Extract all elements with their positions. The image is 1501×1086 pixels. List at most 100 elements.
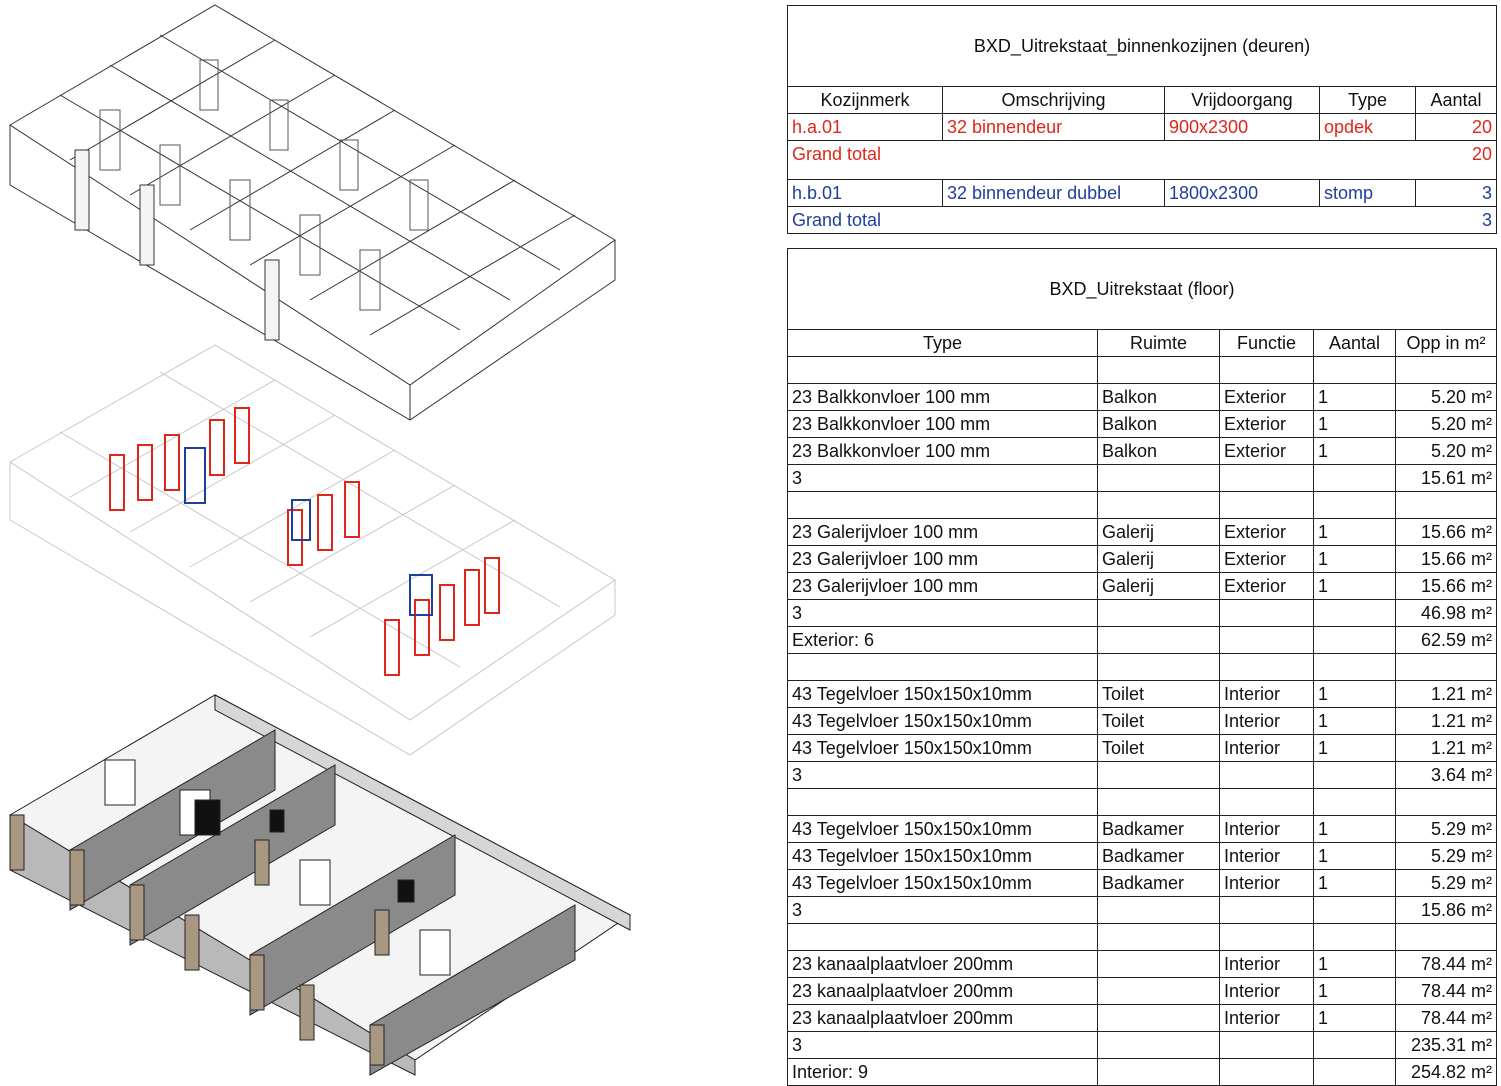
cell-type: 3 [787, 599, 1098, 627]
grand-total-label: Grand total [787, 140, 1416, 167]
cell-opp [1395, 923, 1497, 951]
cell-ruimte: Badkamer [1097, 815, 1220, 843]
cell-type: 3 [787, 464, 1098, 492]
cell-opp: 78.44 m² [1395, 977, 1497, 1005]
table-row: 23 Balkkonvloer 100 mm Balkon Exterior 1 5.2… [787, 410, 1497, 438]
cell-ruimte [1097, 788, 1220, 816]
cell-type: 23 Balkkonvloer 100 mm [787, 383, 1098, 411]
cell-opp [1395, 653, 1497, 681]
cell-type [787, 491, 1098, 519]
table-row: 3 15.61 m² [787, 464, 1497, 492]
cell-aantal [1313, 761, 1396, 789]
table-row [787, 788, 1497, 816]
cell-type: 3 [787, 1031, 1098, 1059]
cell-aantal: 1 [1313, 734, 1396, 762]
cell-opp [1395, 356, 1497, 384]
cell-opp: 3.64 m² [1395, 761, 1497, 789]
floor-schedule-title: BXD_Uitrekstaat (floor) [787, 248, 1497, 330]
cell-type: 23 Balkkonvloer 100 mm [787, 410, 1098, 438]
table-row: 23 kanaalplaatvloer 200mm Interior 1 78.44 … [787, 950, 1497, 978]
cell-ruimte [1097, 1004, 1220, 1032]
table-row: h.b.01 32 binnendeur dubbel 1800x2300 st… [787, 179, 1498, 207]
cell-opp: 46.98 m² [1395, 599, 1497, 627]
table-row: 43 Tegelvloer 150x150x10mm Toilet Interior… [787, 680, 1497, 708]
cell-type: 3 [787, 761, 1098, 789]
cell-opp: 254.82 m² [1395, 1058, 1497, 1086]
cell-functie: Exterior [1219, 410, 1314, 438]
cell-functie: Interior [1219, 950, 1314, 978]
cell-aantal [1313, 356, 1396, 384]
cell-opp: 5.29 m² [1395, 815, 1497, 843]
cell-functie: Interior [1219, 680, 1314, 708]
cell-desc: 32 binnendeur dubbel [942, 179, 1165, 207]
cell-opp: 78.44 m² [1395, 950, 1497, 978]
cell-aantal [1313, 626, 1396, 654]
cell-ruimte [1097, 950, 1220, 978]
cell-type: Exterior: 6 [787, 626, 1098, 654]
cell-aantal: 1 [1313, 680, 1396, 708]
col-omschrijving: Omschrijving [942, 86, 1165, 114]
cell-aantal: 1 [1313, 842, 1396, 870]
cell-aantal: 1 [1313, 977, 1396, 1005]
cell-functie [1219, 923, 1314, 951]
cell-aantal [1313, 923, 1396, 951]
cell-ruimte [1097, 356, 1220, 384]
cell-aantal: 1 [1313, 1004, 1396, 1032]
cell-functie [1219, 761, 1314, 789]
doors-schedule: BXD_Uitrekstaat_binnenkozijnen (deuren) … [786, 5, 1498, 234]
cell-opp: 15.66 m² [1395, 545, 1497, 573]
cell-functie: Interior [1219, 869, 1314, 897]
cell-functie: Interior [1219, 734, 1314, 762]
cell-functie: Interior [1219, 707, 1314, 735]
col-aantal: Aantal [1414, 86, 1498, 114]
cell-functie [1219, 1031, 1314, 1059]
iso-model-shaded [9, 694, 631, 1076]
cell-type: 23 Balkkonvloer 100 mm [787, 437, 1098, 465]
table-row: 43 Tegelvloer 150x150x10mm Badkamer Interi… [787, 842, 1497, 870]
cell-opp: 1.21 m² [1395, 680, 1497, 708]
cell-type: 23 Galerijvloer 100 mm [787, 572, 1098, 600]
cell-ruimte: Badkamer [1097, 869, 1220, 897]
cell-ruimte [1097, 599, 1220, 627]
table-row [787, 653, 1497, 681]
table-row [787, 491, 1497, 519]
cell-type: 43 Tegelvloer 150x150x10mm [787, 707, 1098, 735]
cell-opp: 5.29 m² [1395, 869, 1497, 897]
cell-aantal: 1 [1313, 383, 1396, 411]
table-row: 3 15.86 m² [787, 896, 1497, 924]
cell-ruimte: Balkon [1097, 383, 1220, 411]
table-row: 3 3.64 m² [787, 761, 1497, 789]
col-functie: Functie [1219, 329, 1314, 357]
doors-schedule-title: BXD_Uitrekstaat_binnenkozijnen (deuren) [786, 5, 1498, 87]
cell-aantal: 1 [1313, 707, 1396, 735]
cell-functie: Exterior [1219, 545, 1314, 573]
grand-total-row: Grand total 20 [787, 140, 1498, 167]
cell-type: 23 Galerijvloer 100 mm [787, 518, 1098, 546]
cell-ruimte: Balkon [1097, 437, 1220, 465]
table-row: Exterior: 6 62.59 m² [787, 626, 1497, 654]
table-row: Interior: 9 254.82 m² [787, 1058, 1497, 1086]
cell-opp: 15.86 m² [1395, 896, 1497, 924]
isometric-drawings [9, 4, 631, 1076]
cell-functie [1219, 491, 1314, 519]
cell-size: 1800x2300 [1164, 179, 1320, 207]
cell-ruimte: Galerij [1097, 572, 1220, 600]
cell-ruimte [1097, 923, 1220, 951]
cell-ruimte [1097, 491, 1220, 519]
table-row: 43 Tegelvloer 150x150x10mm Badkamer Interi… [787, 869, 1497, 897]
cell-type [787, 788, 1098, 816]
cell-opp [1395, 491, 1497, 519]
table-row: 43 Tegelvloer 150x150x10mm Toilet Interior… [787, 707, 1497, 735]
cell-aantal [1313, 464, 1396, 492]
cell-type: stomp [1319, 179, 1416, 207]
cell-opp: 5.29 m² [1395, 842, 1497, 870]
col-opp: Opp in m² [1395, 329, 1497, 357]
cell-opp: 235.31 m² [1395, 1031, 1497, 1059]
cell-aantal: 1 [1313, 869, 1396, 897]
floor-schedule: BXD_Uitrekstaat (floor) Type Ruimte Func… [787, 248, 1497, 1086]
cell-ruimte [1097, 761, 1220, 789]
cell-type [787, 923, 1098, 951]
cell-aantal: 1 [1313, 410, 1396, 438]
table-row [787, 356, 1497, 384]
doors-header-row: Kozijnmerk Omschrijving Vrijdoorgang Typ… [787, 86, 1498, 114]
